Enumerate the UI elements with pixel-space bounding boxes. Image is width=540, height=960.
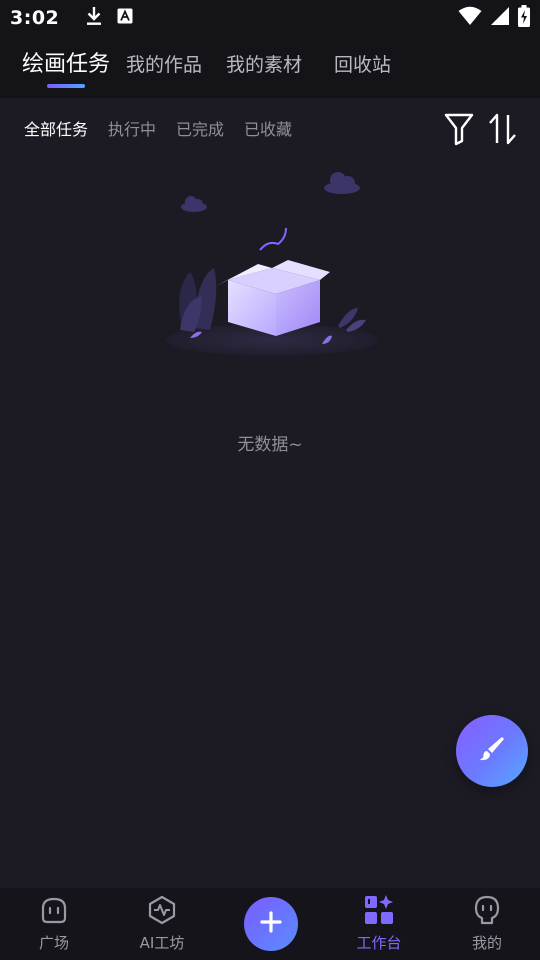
nav-item-plaza[interactable]: 广场 — [0, 888, 108, 960]
signal-icon — [490, 6, 510, 30]
pulse-hexagon-icon — [146, 894, 178, 930]
nav-item-ai-workshop[interactable]: AI工坊 — [108, 888, 216, 960]
text-a-icon — [117, 8, 133, 28]
empty-state-text: 无数据~ — [237, 435, 303, 455]
filter-completed[interactable]: 已完成 — [176, 116, 224, 140]
wifi-icon — [458, 6, 482, 30]
tab-drawing-tasks[interactable]: 绘画任务 — [22, 46, 110, 78]
download-icon — [85, 6, 103, 30]
filter-all-tasks[interactable]: 全部任务 — [24, 116, 88, 140]
filter-favorited[interactable]: 已收藏 — [244, 116, 292, 140]
tab-my-works[interactable]: 我的作品 — [126, 50, 202, 77]
active-tab-indicator — [47, 84, 85, 88]
nav-item-workbench[interactable]: 工作台 — [325, 888, 433, 960]
nav-item-mine[interactable]: 我的 — [433, 888, 540, 960]
nav-label-ai-workshop: AI工坊 — [139, 934, 185, 952]
nav-label-plaza: 广场 — [38, 934, 69, 952]
filter-row: 全部任务 执行中 已完成 已收藏 — [0, 98, 540, 158]
nav-label-workbench: 工作台 — [356, 934, 402, 952]
nav-create-button[interactable] — [244, 897, 298, 951]
status-time: 3:02 — [10, 7, 60, 29]
sort-arrows-icon[interactable] — [488, 112, 518, 150]
top-tab-bar: 绘画任务 我的作品 我的素材 回收站 — [0, 36, 540, 98]
profile-face-icon — [471, 894, 503, 930]
nav-label-mine: 我的 — [471, 934, 502, 952]
task-list-area: 全部任务 执行中 已完成 已收藏 无数据~ — [0, 98, 540, 888]
battery-icon — [518, 5, 530, 31]
status-bar: 3:02 — [0, 0, 540, 36]
tab-my-materials[interactable]: 我的素材 — [226, 50, 302, 77]
plus-icon — [259, 910, 283, 938]
workbench-grid-icon — [363, 894, 395, 930]
robot-face-icon — [38, 894, 70, 930]
filter-funnel-icon[interactable] — [444, 112, 474, 150]
empty-box-illustration — [160, 168, 384, 362]
filter-in-progress[interactable]: 执行中 — [108, 116, 156, 140]
tab-recycle-bin[interactable]: 回收站 — [334, 50, 391, 77]
create-drawing-button[interactable] — [456, 715, 528, 787]
paintbrush-icon — [477, 734, 507, 768]
bottom-nav-bar: 广场 AI工坊 工作台 我的 — [0, 888, 540, 960]
